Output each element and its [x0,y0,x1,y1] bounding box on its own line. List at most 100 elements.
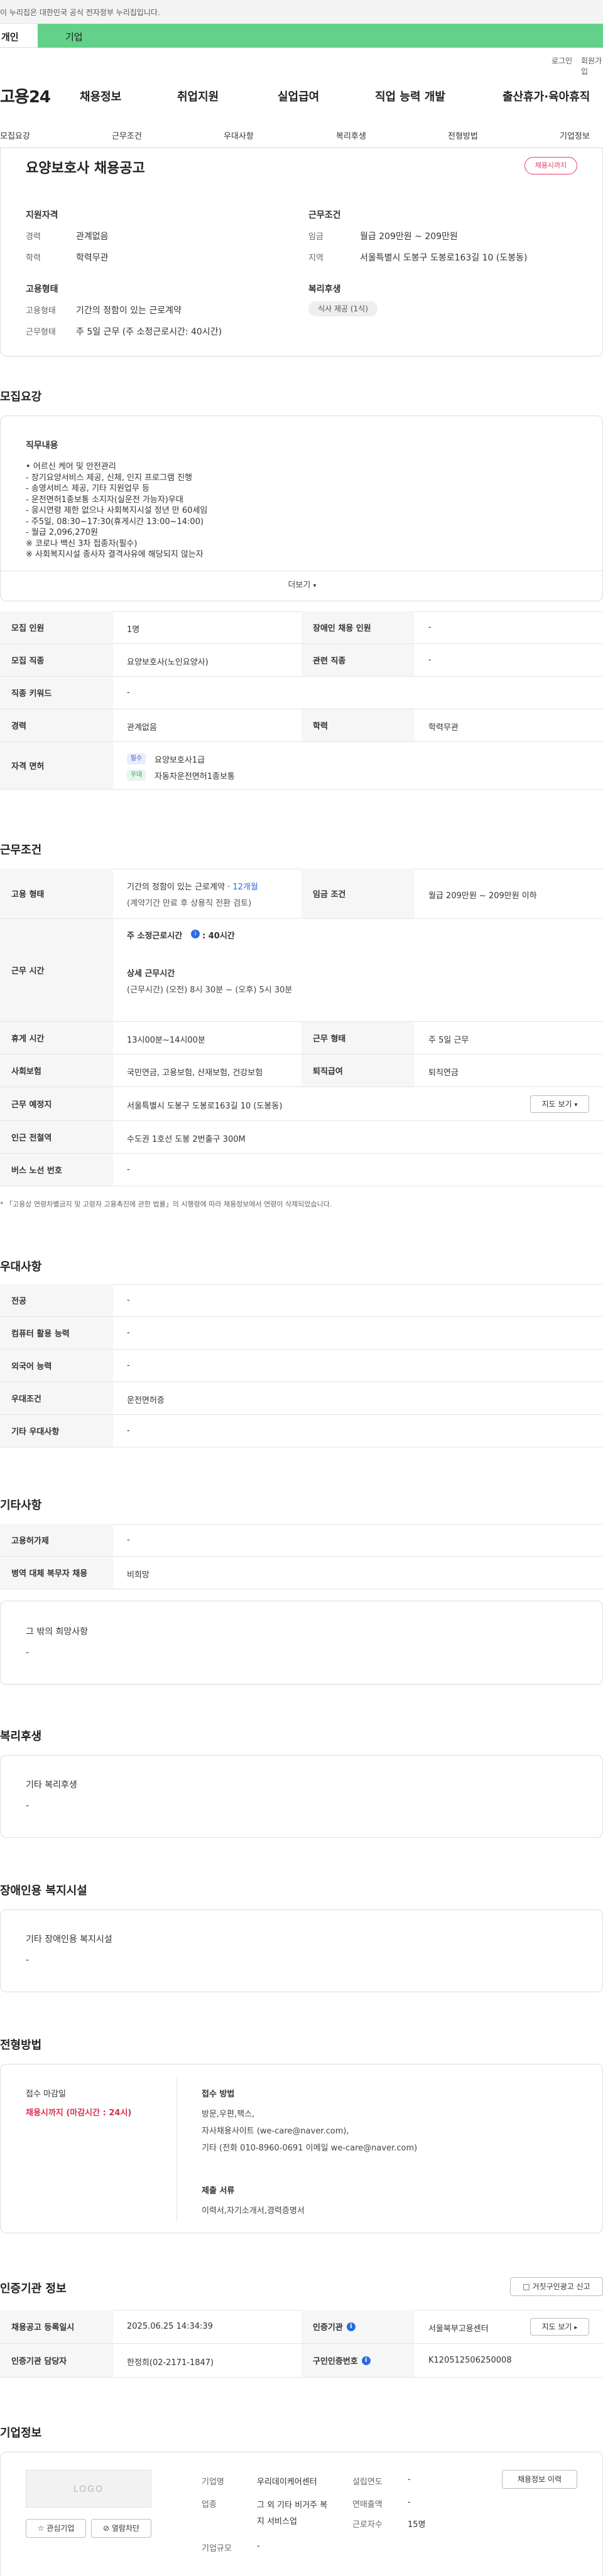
subnav-pref[interactable]: 우대사항 [224,129,254,141]
duty-line: - 주5일, 08:30~17:30(휴게시간 13:00~14:00) [26,517,204,527]
subnav-welfare[interactable]: 복리후생 [336,129,366,141]
agency-label: 인증기관 i [302,2310,415,2343]
method-line: 방문,우편,팩스, [202,2110,255,2119]
table-row: 휴게 시간 13시00분~14시00분 근무 형태 주 5일 근무 [0,1022,603,1055]
age-footnote: * 「고용상 연령차별금지 및 고령자 고용촉진에 관한 법률」의 시행령에 따… [0,1200,332,1208]
table-row: 인근 전철역 수도권 1호선 도봉 2번출구 300M [0,1121,603,1154]
block-label: 열람차단 [111,2524,140,2533]
emp-value: 기간의 정함이 있는 근로계약 · 12개월 [127,880,258,892]
info-icon[interactable]: i [191,930,200,938]
gnb-parental-leave[interactable]: 출산휴가·육아휴직 [503,88,590,104]
subnav-company[interactable]: 기업정보 [560,129,590,141]
report-icon: □ [523,2282,530,2291]
scale-label: 기업규모 [202,2544,232,2553]
gnb-skills-development[interactable]: 직업 능력 개발 [375,88,445,104]
insurance-label: 사회보험 [0,1055,113,1087]
login-link[interactable]: 로그인 [551,55,572,66]
emp-label: 고용형태 [26,306,56,316]
tab-company[interactable]: 기업 [38,24,603,48]
subnav-recruit[interactable]: 모집요강 [0,129,30,141]
table-row: 직종 키워드 - [0,677,603,709]
disabled-value: - [428,623,432,632]
section-nav: 모집요강 근무조건 우대사항 복리후생 전형방법 기업정보 [0,123,603,148]
process-card: 접수 마감일 채용시까지 (마감시간 : 24시) 접수 방법 방문,우편,팩스… [0,2064,603,2233]
emp-months: 12개월 [232,883,258,892]
etc-label: 고용허가제 [0,1524,113,1556]
reg-value: 2025.06.25 14:34:39 [127,2322,213,2331]
disabled-box-title: 기타 장애인용 복지시설 [26,1935,112,1945]
summary-card: 요양보호사 채용공고 채용시까지 지원자격 경력 관계없음 학력 학력무관 고용… [0,148,603,357]
form-label: 근무 형태 [302,1022,415,1054]
headcount-label: 모집 인원 [0,611,113,643]
emp-value-text: 기간의 정함이 있는 근로계약 · [127,883,233,892]
page-title: 요양보호사 채용공고 [26,161,145,176]
history-button[interactable]: 채용정보 이력 [502,2470,577,2489]
gnb-employment-support[interactable]: 취업지원 [177,88,219,104]
retire-label: 퇴직급여 [302,1055,415,1087]
wage-value: 월급 209만원 ~ 209만원 이하 [428,891,537,901]
edu-value: 학력무관 [428,723,459,733]
pref-label: 전공 [0,1284,113,1316]
gnb-unemployment-benefit[interactable]: 실업급여 [278,88,319,104]
tab-personal[interactable]: 개인 [0,24,38,48]
map-button[interactable]: 지도 보기 ▾ [530,1095,589,1113]
agency-label-text: 인증기관 [313,2323,343,2332]
pref-value: - [127,1361,130,1370]
work-value: 주 5일 근무 (주 소정근로시간: 40시간) [76,327,222,337]
emp-note: (계약기간 만료 후 상용직 전환 검토) [127,899,252,908]
deadline-value: 채용시까지 (마감시간 : 24시) [26,2108,132,2118]
map-button-label: 지도 보기 [541,1100,572,1108]
career-value: 관계없음 [127,723,157,733]
info-icon[interactable]: i [361,2356,371,2365]
rest-label: 휴게 시간 [0,1022,113,1054]
gov-notice-bar: 이 누리집은 대한민국 공식 전자정부 누리집입니다. [0,0,603,24]
related-label: 관련 직종 [302,644,415,676]
pref-label: 외국어 능력 [0,1350,113,1382]
report-fake-ad-button[interactable]: □ 거짓구인광고 신고 [510,2277,603,2296]
table-row: 외국어 능력 - [0,1350,603,1382]
site-logo[interactable]: 고용24 [0,84,51,107]
join-link[interactable]: 회원가입 [581,55,603,77]
agency-section-title: 인증기관 정보 [0,2282,67,2295]
license-2: 자동차운전면허1종보통 [155,772,235,781]
emp-value: 기간의 정함이 있는 근로계약 [76,306,182,316]
table-row: 근무 시간 주 소정근로시간 i : 40시간 상세 근무시간 (근무시간) (… [0,919,603,1022]
subnav-work[interactable]: 근무조건 [112,129,142,141]
user-type-tabs: 개인 기업 [0,24,603,48]
region-value: 서울특별시 도봉구 도봉로163길 10 (도봉동) [360,253,528,263]
company-logo: LOGO [26,2470,151,2508]
table-row: 고용 형태 기간의 정함이 있는 근로계약 · 12개월 (계약기간 만료 후 … [0,869,603,919]
edu-label: 학력 [302,709,415,741]
subway-value: 수도권 1호선 도봉 2번출구 300M [127,1135,246,1144]
gnb-jobs[interactable]: 채용정보 [80,88,121,104]
required-badge: 필수 [127,753,146,765]
retire-value: 퇴직연금 [428,1068,459,1078]
license-1: 요양보호사1급 [155,756,205,765]
table-row: 모집 인원 1명 장애인 채용 인원 - [0,611,603,644]
emp-label: 고용 형태 [0,869,113,918]
welfare-box-title: 기타 복리후생 [26,1780,77,1790]
favorite-company-button[interactable]: ☆ 관심기업 [26,2519,86,2538]
duty-line: ※ 사회복지시설 종사자 결격사유에 해당되지 않는자 [26,550,204,559]
manager-value: 한정희(02-2171-1847) [127,2358,214,2368]
table-row: 컴퓨터 활용 능력 - [0,1317,603,1350]
weekly-value: : 40시간 [202,931,235,941]
map-button-label: 지도 보기 [541,2322,572,2331]
etc-value: 비희망 [127,1570,149,1580]
more-button[interactable]: 더보기 ▾ [271,577,334,594]
work-section-title: 근무조건 [0,844,42,857]
info-icon[interactable]: i [346,2322,356,2331]
etc-box-title: 그 밖의 희망사항 [26,1627,89,1637]
detail-value: (근무시간) (오전) 8시 30분 ~ (오후) 5시 30분 [127,985,293,995]
block-company-button[interactable]: ⊘ 열람차단 [91,2519,151,2538]
duty-line: - 송영서비스 제공, 기타 지원업무 등 [26,484,149,493]
star-icon: ☆ [37,2524,45,2533]
docs-value: 이력서,자기소개서,경력증명서 [202,2206,305,2216]
pref-label: 기타 우대사항 [0,1415,113,1447]
docs-heading: 제출 서류 [202,2186,235,2196]
subnav-process[interactable]: 전형방법 [448,129,478,141]
duty-line: • 어르신 케어 및 안전관리 [26,462,116,471]
agency-map-button[interactable]: 지도 보기 ▸ [530,2318,589,2336]
time-label: 근무 시간 [0,919,113,1021]
global-nav: 고용24 채용정보 취업지원 실업급여 직업 능력 개발 출산휴가·육아휴직 [0,77,603,112]
